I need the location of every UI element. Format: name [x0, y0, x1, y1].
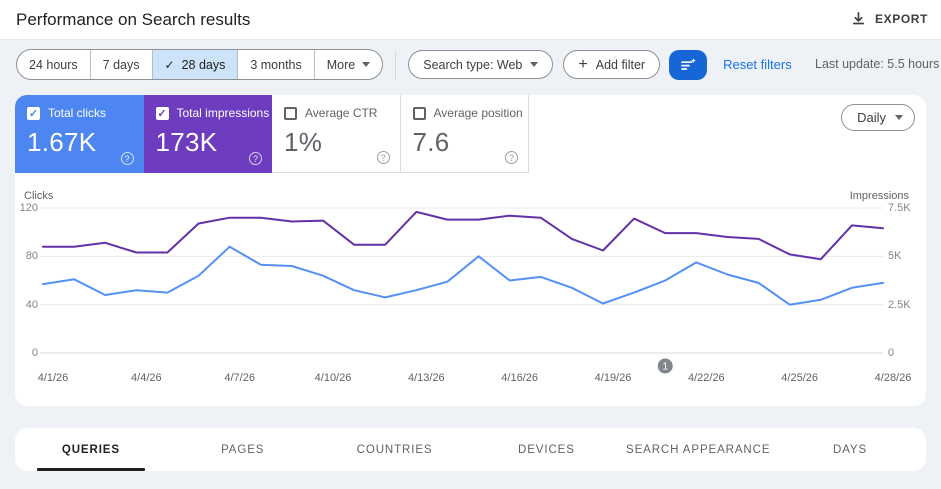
chevron-down-icon [362, 62, 371, 67]
x-axis-date-label: 4/22/26 [687, 372, 725, 384]
add-filter-button[interactable]: + Add filter [563, 50, 661, 79]
check-icon: ✓ [164, 57, 175, 72]
x-axis-date-label: 4/13/26 [407, 372, 445, 384]
right-axis-tick: 7.5K [888, 202, 911, 214]
date-range-group: 24 hours 7 days ✓ 28 days 3 months More [16, 49, 384, 80]
date-range-3-months[interactable]: 3 months [237, 50, 313, 79]
page-title: Performance on Search results [16, 10, 251, 29]
filter-bar: 24 hours 7 days ✓ 28 days 3 months More Searc… [16, 49, 941, 80]
search-type-filter[interactable]: Search type: Web [408, 50, 554, 79]
tab-queries[interactable]: QUERIES [15, 428, 167, 471]
date-range-7-days[interactable]: 7 days [89, 50, 152, 79]
chart-card: ✓ Total clicks 1.67K ? ✓ Total impressio… [15, 95, 926, 406]
annotation-label: 1 [662, 362, 668, 373]
right-axis-tick: 5K [888, 250, 902, 263]
tab-days[interactable]: DAYS [774, 428, 926, 471]
filter-divider [395, 50, 397, 79]
right-axis-tick: 0 [888, 347, 895, 359]
tab-search-appearance[interactable]: SEARCH APPEARANCE [622, 428, 774, 471]
tab-pages[interactable]: PAGES [167, 428, 319, 471]
export-button[interactable]: EXPORT [843, 7, 936, 30]
date-range-label: More [326, 57, 356, 72]
date-range-label: 28 days [181, 57, 226, 72]
tab-devices[interactable]: DEVICES [470, 428, 622, 471]
performance-chart: 1 [40, 207, 884, 374]
filter-lines-icon [681, 57, 696, 70]
right-axis-tick: 2.5K [888, 298, 911, 311]
x-axis-date-label: 4/10/26 [314, 372, 352, 384]
dimension-tabs: QUERIES PAGES COUNTRIES DEVICES SEARCH APPEA… [15, 428, 926, 471]
date-range-label: 7 days [102, 57, 140, 72]
x-axis-date-label: 4/28/26 [874, 372, 912, 384]
filter-settings-button[interactable] [669, 49, 708, 80]
export-label: EXPORT [875, 11, 928, 26]
left-axis-tick: 120 [19, 202, 38, 214]
date-range-more[interactable]: More [313, 50, 382, 79]
last-update-label: Last update: 5.5 hours ago [815, 57, 941, 71]
x-axis-date-label: 4/16/26 [501, 372, 539, 384]
reset-filters-link[interactable]: Reset filters [723, 57, 792, 72]
left-axis-tick: 40 [25, 298, 38, 311]
plus-icon: + [578, 55, 588, 73]
x-axis-date-label: 4/19/26 [594, 372, 632, 384]
total-clicks-line [42, 245, 884, 306]
date-range-24-hours[interactable]: 24 hours [17, 50, 90, 79]
add-filter-label: Add filter [595, 57, 646, 72]
x-axis-date-label: 4/1/26 [37, 372, 69, 384]
date-range-label: 24 hours [29, 57, 78, 72]
x-axis-date-label: 4/4/26 [131, 372, 162, 384]
left-axis-tick: 0 [31, 347, 38, 359]
date-range-28-days[interactable]: ✓ 28 days [151, 50, 238, 79]
chevron-down-icon [530, 62, 539, 67]
download-icon [853, 12, 865, 25]
tab-countries[interactable]: COUNTRIES [319, 428, 471, 471]
x-axis-date-label: 4/25/26 [781, 372, 819, 384]
search-type-label: Search type: Web [423, 57, 523, 72]
page-header: Performance on Search results EXPORT [0, 0, 941, 40]
x-axis-date-label: 4/7/26 [224, 372, 255, 384]
total-impressions-line [42, 210, 884, 261]
date-range-label: 3 months [250, 57, 302, 72]
left-axis-tick: 80 [25, 250, 38, 263]
